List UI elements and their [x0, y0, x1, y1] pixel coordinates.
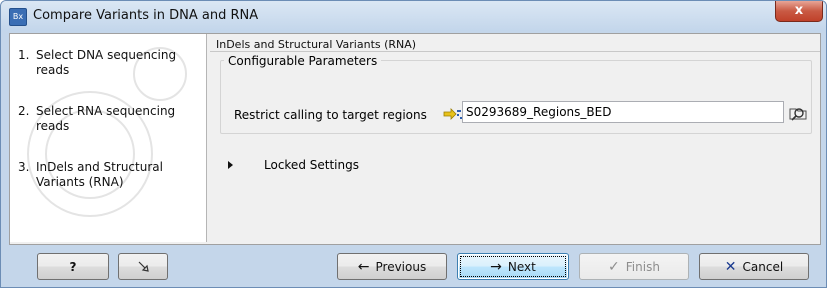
- step-content: InDels and Structural Variants (RNA) Con…: [210, 34, 820, 242]
- app-icon: Bx: [9, 8, 27, 26]
- step-label: InDels and Structural Variants (RNA): [36, 160, 163, 189]
- next-button[interactable]: → Next: [457, 253, 569, 280]
- dialog-window: Bx Compare Variants in DNA and RNA x 1. …: [0, 0, 827, 288]
- dialog-body: 1. Select DNA sequencing reads 2. Select…: [9, 33, 821, 245]
- help-label: ?: [69, 259, 77, 274]
- arrow-left-icon: ←: [357, 258, 370, 275]
- close-x-icon: ✕: [724, 258, 737, 275]
- step-label: Select RNA sequencing reads: [36, 104, 176, 133]
- cancel-button[interactable]: ✕ Cancel: [699, 253, 809, 280]
- title-bar[interactable]: Bx Compare Variants in DNA and RNA x: [1, 1, 826, 31]
- reset-arrow-icon: [138, 261, 149, 272]
- help-button[interactable]: ?: [37, 253, 109, 280]
- finish-label: Finish: [625, 259, 660, 274]
- window-title: Compare Variants in DNA and RNA: [33, 8, 259, 23]
- cancel-label: Cancel: [742, 259, 784, 274]
- annotation-track-icon: [443, 108, 462, 120]
- reset-button[interactable]: [118, 253, 168, 280]
- step-number: 2.: [18, 104, 30, 118]
- step-label: Select DNA sequencing reads: [36, 48, 177, 77]
- section-divider: [210, 51, 820, 52]
- step-number: 1.: [18, 48, 30, 62]
- next-label: Next: [507, 259, 536, 274]
- step-number: 3.: [18, 160, 30, 174]
- group-title: Configurable Parameters: [224, 54, 382, 68]
- checkmark-icon: ✓: [608, 258, 620, 275]
- previous-label: Previous: [375, 259, 427, 274]
- locked-settings-label: Locked Settings: [264, 158, 359, 172]
- target-regions-field[interactable]: S0293689_Regions_BED: [462, 101, 784, 123]
- finish-button: ✓ Finish: [579, 253, 689, 280]
- section-title: InDels and Structural Variants (RNA): [216, 38, 417, 51]
- wizard-steps-panel: 1. Select DNA sequencing reads 2. Select…: [10, 34, 207, 242]
- target-regions-label: Restrict calling to target regions: [234, 108, 427, 122]
- close-button[interactable]: x: [775, 1, 823, 22]
- browse-folder-icon[interactable]: [787, 101, 809, 123]
- expand-arrow-icon: [228, 161, 233, 169]
- arrow-right-icon: →: [490, 258, 502, 275]
- previous-button[interactable]: ← Previous: [337, 253, 447, 280]
